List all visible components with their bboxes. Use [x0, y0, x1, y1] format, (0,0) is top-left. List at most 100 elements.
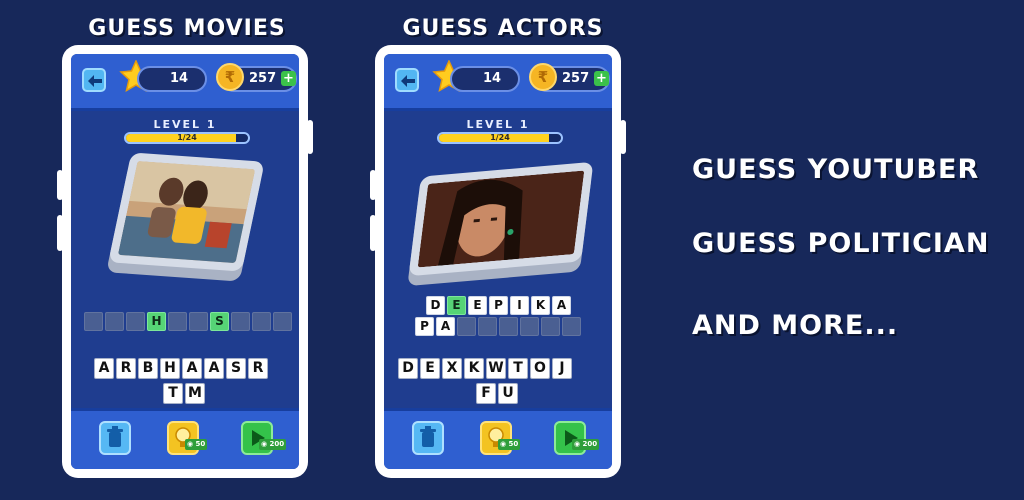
letter-tile[interactable]: T [508, 358, 528, 379]
puzzle-photo-card [108, 152, 265, 272]
answer-slot[interactable]: S [210, 312, 229, 331]
phone-side-button [620, 120, 626, 154]
skip-cost: ◉ 200 [259, 439, 287, 450]
bottom-bar: ◉ 50 ◉ 200 [384, 408, 612, 469]
answer-slot[interactable] [84, 312, 103, 331]
letter-tile[interactable]: S [226, 358, 246, 379]
letter-row: ARBHAASR [94, 358, 268, 379]
promo-guess-politician: GUESS POLITICIAN [692, 228, 990, 259]
answer-slot[interactable] [231, 312, 250, 331]
hint-cost: ◉ 50 [185, 439, 208, 450]
answer-slot[interactable] [562, 317, 581, 336]
answer-slot[interactable] [273, 312, 292, 331]
answer-slot[interactable]: H [147, 312, 166, 331]
hint-cost-value: 50 [508, 440, 519, 448]
letter-tile[interactable]: A [204, 358, 224, 379]
heading-guess-actors: GUESS ACTORS [402, 16, 604, 41]
answer-slot[interactable]: I [510, 296, 529, 315]
letter-tile[interactable]: A [94, 358, 114, 379]
top-bar: 14 257 ₹ + [71, 54, 299, 111]
answer-slot[interactable] [541, 317, 560, 336]
back-arrow-icon [401, 75, 415, 87]
remove-letters-button[interactable] [412, 421, 444, 455]
answer-slot[interactable] [457, 317, 476, 336]
letter-tile[interactable]: T [163, 383, 183, 404]
answer-slot[interactable] [478, 317, 497, 336]
letter-tile[interactable]: F [476, 383, 496, 404]
skip-cost-value: 200 [582, 440, 598, 448]
hint-cost: ◉ 50 [498, 439, 521, 450]
phone-actors: 14 257 ₹ + LEVEL 1 1/24 DEEPIKA PA D E X… [370, 45, 626, 478]
hint-cost-value: 50 [195, 440, 206, 448]
answer-slot[interactable] [105, 312, 124, 331]
answer-slot[interactable] [126, 312, 145, 331]
trash-icon [107, 426, 123, 447]
promo-guess-youtuber: GUESS YOUTUBER [692, 154, 980, 185]
phone-movies: 14 257 ₹ + LEVEL 1 1/24 H S A R B H A A … [57, 45, 313, 478]
letter-row: TM [163, 383, 205, 404]
stars-count: 14 [450, 66, 520, 92]
answer-slot[interactable]: D [426, 296, 445, 315]
game-screen: 14 257 ₹ + LEVEL 1 1/24 DEEPIKA PA D E X… [384, 54, 612, 469]
letter-tile[interactable]: M [185, 383, 205, 404]
letter-tile[interactable]: U [498, 383, 518, 404]
answer-slot[interactable]: P [489, 296, 508, 315]
answer-row: PA [415, 317, 581, 336]
actor-photo [417, 170, 585, 268]
back-arrow-icon [88, 75, 102, 87]
add-coins-button[interactable]: + [594, 71, 609, 86]
answer-slot[interactable]: E [468, 296, 487, 315]
letter-tile[interactable]: J [552, 358, 572, 379]
phone-side-button [57, 170, 63, 200]
actor-photo-image [417, 170, 585, 268]
answer-slot[interactable]: P [415, 317, 434, 336]
letter-tile[interactable]: A [182, 358, 202, 379]
letter-tile[interactable]: E [420, 358, 440, 379]
answer-row: DEEPIKA [426, 296, 571, 315]
progress-text: 1/24 [177, 133, 197, 142]
letter-row: DEXKWTOJ [398, 358, 572, 379]
rupee-coin-icon: ₹ [216, 63, 244, 91]
letter-tile[interactable]: K [464, 358, 484, 379]
answer-slot[interactable] [252, 312, 271, 331]
answer-slot[interactable] [168, 312, 187, 331]
answer-slot[interactable]: E [447, 296, 466, 315]
answer-slot[interactable]: K [531, 296, 550, 315]
remove-letters-button[interactable] [99, 421, 131, 455]
promo-and-more: AND MORE... [692, 310, 899, 341]
letter-tile[interactable]: X [442, 358, 462, 379]
movie-photo-image [117, 160, 256, 264]
movie-photo [117, 160, 256, 264]
trash-icon [420, 426, 436, 447]
back-button[interactable] [395, 68, 419, 92]
letter-tile[interactable]: R [116, 358, 136, 379]
progress-text: 1/24 [490, 133, 510, 142]
answer-slot[interactable]: A [436, 317, 455, 336]
letter-row: FU [476, 383, 518, 404]
skip-cost-value: 200 [269, 440, 285, 448]
answer-slot[interactable] [189, 312, 208, 331]
add-coins-button[interactable]: + [281, 71, 296, 86]
skip-cost: ◉ 200 [572, 439, 600, 450]
answer-row: HS [84, 312, 292, 331]
letter-tile[interactable]: D [398, 358, 418, 379]
letter-tile[interactable]: H [160, 358, 180, 379]
puzzle-photo-card [408, 161, 594, 277]
answer-slot[interactable] [520, 317, 539, 336]
rupee-coin-icon: ₹ [529, 63, 557, 91]
letter-tile[interactable]: R [248, 358, 268, 379]
letter-tile[interactable]: O [530, 358, 550, 379]
answer-slot[interactable] [499, 317, 518, 336]
letter-tile[interactable]: B [138, 358, 158, 379]
back-button[interactable] [82, 68, 106, 92]
level-label: LEVEL 1 [466, 118, 530, 131]
phone-side-button [370, 215, 376, 251]
letter-tile[interactable]: W [486, 358, 506, 379]
heading-guess-movies: GUESS MOVIES [88, 16, 286, 41]
bottom-bar: ◉ 50 ◉ 200 [71, 408, 299, 469]
phone-side-button [307, 120, 313, 154]
phone-side-button [57, 215, 63, 251]
answer-slot[interactable]: A [552, 296, 571, 315]
top-bar: 14 257 ₹ + [384, 54, 612, 111]
level-label: LEVEL 1 [153, 118, 217, 131]
